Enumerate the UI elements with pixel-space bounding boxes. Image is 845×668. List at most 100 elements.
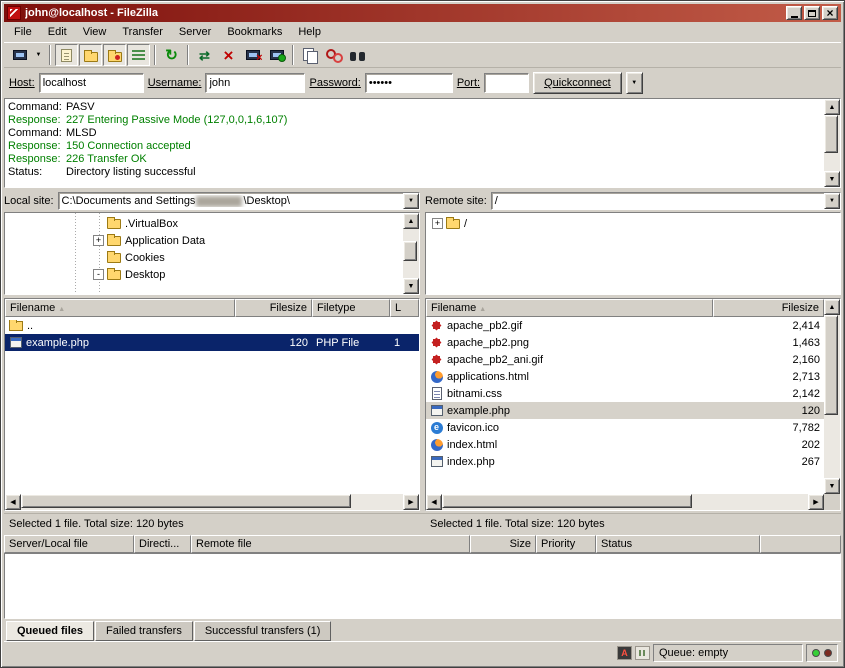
menu-bookmarks[interactable]: Bookmarks bbox=[219, 23, 290, 41]
keyboard-icon[interactable] bbox=[635, 646, 650, 660]
menu-view[interactable]: View bbox=[75, 23, 115, 41]
toggle-local-tree-button[interactable] bbox=[79, 44, 102, 66]
local-site-dropdown-button[interactable] bbox=[403, 193, 419, 209]
tree-item-application-data[interactable]: +Application Data bbox=[5, 232, 403, 249]
local-site-combobox[interactable]: C:\Documents and Settings\Desktop\ bbox=[58, 192, 420, 210]
tree-item-desktop[interactable]: -Desktop bbox=[5, 266, 403, 283]
tree-item-root[interactable]: +/ bbox=[426, 215, 840, 232]
filezilla-window: john@localhost - FileZilla File Edit Vie… bbox=[0, 0, 845, 668]
port-input[interactable] bbox=[484, 73, 529, 93]
alert-icon[interactable] bbox=[617, 646, 632, 660]
menu-server[interactable]: Server bbox=[171, 23, 219, 41]
log-scrollbar[interactable] bbox=[824, 99, 840, 187]
scrollbar-thumb[interactable] bbox=[442, 494, 692, 508]
toggle-message-log-button[interactable] bbox=[55, 44, 78, 66]
column-filesize[interactable]: Filesize bbox=[713, 299, 824, 317]
process-queue-button[interactable] bbox=[193, 44, 216, 66]
column-filename[interactable]: Filename bbox=[426, 299, 713, 317]
scroll-down-button[interactable] bbox=[824, 171, 840, 187]
scroll-up-button[interactable] bbox=[824, 99, 840, 115]
expand-icon[interactable]: + bbox=[93, 235, 104, 246]
column-status[interactable]: Status bbox=[596, 535, 760, 553]
close-button[interactable] bbox=[822, 6, 838, 20]
scrollbar-thumb[interactable] bbox=[403, 241, 417, 261]
remote-site-combobox[interactable]: / bbox=[491, 192, 841, 210]
disconnect-button[interactable] bbox=[241, 44, 264, 66]
local-tree-scrollbar[interactable] bbox=[403, 213, 419, 294]
column-remote-file[interactable]: Remote file bbox=[191, 535, 470, 553]
reconnect-button[interactable] bbox=[265, 44, 288, 66]
file-row[interactable]: apache_pb2.gif2,414 bbox=[426, 317, 824, 334]
expand-icon[interactable]: + bbox=[432, 218, 443, 229]
host-input[interactable] bbox=[39, 73, 144, 93]
column-filesize[interactable]: Filesize bbox=[235, 299, 312, 317]
menu-file[interactable]: File bbox=[6, 23, 40, 41]
file-row[interactable]: index.html202 bbox=[426, 436, 824, 453]
find-files-button[interactable] bbox=[346, 44, 369, 66]
column-priority[interactable]: Priority bbox=[536, 535, 596, 553]
menu-help[interactable]: Help bbox=[290, 23, 329, 41]
local-file-hscrollbar[interactable] bbox=[5, 494, 419, 510]
css-file-icon bbox=[432, 387, 442, 400]
collapse-icon[interactable]: - bbox=[93, 269, 104, 280]
file-row-example-php[interactable]: example.php 120 PHP File 1 bbox=[5, 334, 419, 351]
synchronized-browsing-button[interactable] bbox=[322, 44, 345, 66]
remote-file-hscrollbar[interactable] bbox=[426, 494, 824, 510]
remote-tree-icon bbox=[108, 52, 122, 62]
scroll-left-button[interactable] bbox=[426, 494, 442, 510]
tab-queued-files[interactable]: Queued files bbox=[6, 621, 94, 641]
quickconnect-dropdown-button[interactable] bbox=[626, 72, 643, 94]
scroll-down-button[interactable] bbox=[403, 278, 419, 294]
menu-transfer[interactable]: Transfer bbox=[114, 23, 171, 41]
refresh-button[interactable] bbox=[160, 44, 183, 66]
message-log-icon bbox=[61, 49, 72, 62]
scroll-up-button[interactable] bbox=[824, 299, 840, 315]
scroll-down-button[interactable] bbox=[824, 478, 840, 494]
cancel-operation-button[interactable] bbox=[217, 44, 240, 66]
site-manager-button[interactable] bbox=[8, 44, 31, 66]
column-direction[interactable]: Directi... bbox=[134, 535, 191, 553]
scrollbar-thumb[interactable] bbox=[824, 315, 838, 415]
quickconnect-button[interactable]: Quickconnect bbox=[533, 72, 622, 94]
file-row[interactable]: favicon.ico7,782 bbox=[426, 419, 824, 436]
maximize-button[interactable] bbox=[804, 6, 820, 20]
toggle-queue-button[interactable] bbox=[127, 44, 150, 66]
column-server-local-file[interactable]: Server/Local file bbox=[4, 535, 134, 553]
remote-site-dropdown-button[interactable] bbox=[824, 193, 840, 209]
tree-item-virtualbox[interactable]: .VirtualBox bbox=[5, 215, 403, 232]
directory-comparison-button[interactable] bbox=[298, 44, 321, 66]
file-row[interactable]: bitnami.css2,142 bbox=[426, 385, 824, 402]
file-row[interactable]: apache_pb2.png1,463 bbox=[426, 334, 824, 351]
tab-successful-transfers[interactable]: Successful transfers (1) bbox=[194, 621, 332, 641]
menu-edit[interactable]: Edit bbox=[40, 23, 75, 41]
scroll-up-button[interactable] bbox=[403, 213, 419, 229]
column-filename[interactable]: Filename bbox=[5, 299, 235, 317]
column-filler bbox=[760, 535, 841, 553]
file-row-example-php[interactable]: example.php120 bbox=[426, 402, 824, 419]
file-row[interactable]: apache_pb2_ani.gif2,160 bbox=[426, 351, 824, 368]
file-row-parent-dir[interactable]: .. bbox=[5, 317, 419, 334]
scroll-right-button[interactable] bbox=[808, 494, 824, 510]
tab-failed-transfers[interactable]: Failed transfers bbox=[95, 621, 193, 641]
scroll-right-button[interactable] bbox=[403, 494, 419, 510]
file-row[interactable]: index.php267 bbox=[426, 453, 824, 470]
column-last-modified[interactable]: L bbox=[390, 299, 419, 317]
scrollbar-thumb[interactable] bbox=[21, 494, 351, 508]
queue-list[interactable] bbox=[4, 553, 841, 619]
toggle-remote-tree-button[interactable] bbox=[103, 44, 126, 66]
column-filetype[interactable]: Filetype bbox=[312, 299, 390, 317]
username-input[interactable] bbox=[205, 73, 305, 93]
column-size[interactable]: Size bbox=[470, 535, 536, 553]
password-input[interactable] bbox=[365, 73, 453, 93]
toolbar-separator bbox=[292, 45, 294, 65]
site-manager-dropdown-button[interactable] bbox=[32, 44, 45, 66]
upload-activity-led-icon bbox=[824, 649, 832, 657]
scrollbar-thumb[interactable] bbox=[824, 115, 838, 153]
remote-file-vscrollbar[interactable] bbox=[824, 299, 840, 494]
scroll-left-button[interactable] bbox=[5, 494, 21, 510]
port-label: Port: bbox=[457, 77, 480, 89]
title-bar[interactable]: john@localhost - FileZilla bbox=[4, 4, 841, 22]
file-row[interactable]: applications.html2,713 bbox=[426, 368, 824, 385]
minimize-button[interactable] bbox=[786, 6, 802, 20]
tree-item-cookies[interactable]: Cookies bbox=[5, 249, 403, 266]
